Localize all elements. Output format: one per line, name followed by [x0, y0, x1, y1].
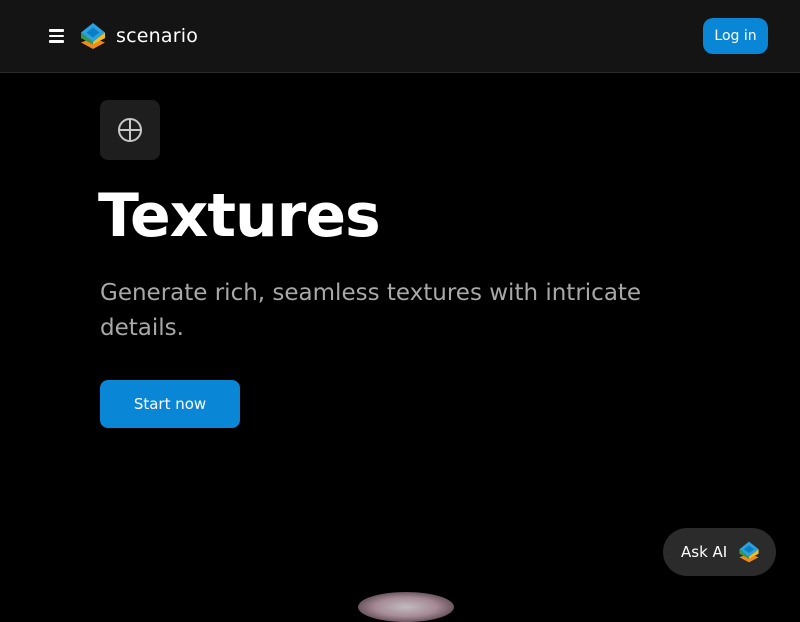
hamburger-menu-icon[interactable] — [44, 24, 68, 48]
ask-ai-label: Ask AI — [681, 543, 728, 561]
brand-name: scenario — [116, 25, 199, 47]
crosshair-globe-icon — [118, 118, 142, 142]
feature-icon-tile — [100, 100, 160, 160]
start-now-button[interactable]: Start now — [100, 380, 240, 428]
scenario-logo-icon — [81, 23, 105, 49]
menu-bar-middle — [48, 34, 64, 38]
menu-bar-top — [48, 29, 64, 32]
menu-bar-bottom — [48, 40, 64, 43]
scenario-logo-icon — [739, 541, 759, 563]
top-navigation-bar: scenario Log in — [0, 0, 800, 73]
ask-ai-button[interactable]: Ask AI — [663, 528, 776, 576]
page-title: Textures — [98, 181, 381, 251]
texture-preview-image — [358, 592, 454, 622]
brand-home-link[interactable]: scenario — [78, 18, 198, 54]
login-button[interactable]: Log in — [703, 18, 768, 54]
hero-subtitle: Generate rich, seamless textures with in… — [100, 280, 642, 341]
